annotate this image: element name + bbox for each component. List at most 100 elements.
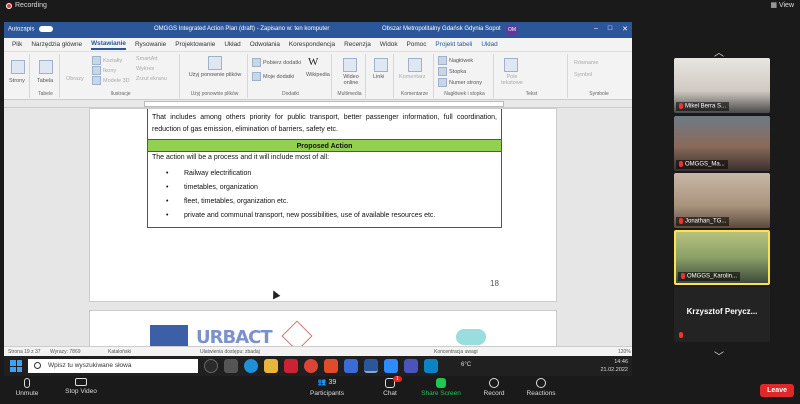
rownanie-button[interactable]: Równanie [574,60,598,66]
group-dodatki: Pobierz dodatki Moje dodatki W Wikipedia… [250,54,332,98]
document-canvas[interactable]: That includes among others priority for … [4,108,632,356]
pole-tekstowe-button[interactable]: Pole tekstowe [498,74,526,86]
word-count[interactable]: Wyrazy: 7869 [50,349,81,355]
uzyj-ponownie-button[interactable]: Użyj ponownie plików [186,72,244,78]
tab-narzedzia-glowne[interactable]: Narzędzia główne [31,41,82,48]
chrome-icon[interactable] [304,359,318,373]
smartart-button[interactable]: SmartArt [136,56,158,62]
participant-name: Jonathan_TG... [676,217,730,226]
tab-odwolania[interactable]: Odwołania [250,41,280,48]
app-icon[interactable] [324,359,338,373]
toggle-icon [39,26,54,32]
tab-rysowanie[interactable]: Rysowanie [135,41,166,48]
app-icon[interactable] [424,359,438,373]
wykres-button[interactable]: Wykres [136,66,154,72]
app-icon[interactable] [344,359,358,373]
wikipedia-button[interactable]: Wikipedia [306,72,330,78]
participant-tile[interactable]: Jonathan_TG... [674,173,770,228]
tab-recenzja[interactable]: Recenzja [344,41,371,48]
autosave-toggle[interactable]: Autozapis [8,26,54,33]
pobierz-dodatki-button[interactable]: Pobierz dodatki [252,58,301,67]
record-button[interactable]: Record [469,378,519,397]
chat-button[interactable]: 1 Chat [365,376,415,397]
file-explorer-icon[interactable] [264,359,278,373]
reactions-button[interactable]: Reactions [516,378,566,397]
zrzut-button[interactable]: Zrzut ekranu [136,76,167,82]
tab-wstawianie[interactable]: Wstawianie [91,40,126,50]
ruler[interactable] [4,100,632,108]
search-icon [34,362,41,369]
unmute-label: Unmute [15,390,39,397]
focus-mode[interactable]: Koncentracja uwagi [434,349,478,355]
share-screen-label: Share Screen [421,390,461,397]
tab-pomoc[interactable]: Pomoc [407,41,427,48]
symbol-button[interactable]: Symbol [574,72,592,78]
task-view-icon[interactable] [224,359,238,373]
chevron-up-icon[interactable]: ︿ [714,44,724,59]
linki-button[interactable]: Linki [373,74,384,80]
intro-paragraph: That includes among others priority for … [152,114,497,133]
tab-projektowanie[interactable]: Projektowanie [175,41,215,48]
group-label-symbole: Symbole [589,91,609,97]
komentarz-button[interactable]: Komentarz [399,74,426,80]
teams-icon[interactable] [404,359,418,373]
windows-start-icon[interactable] [10,360,22,372]
accessibility-check[interactable]: Ułatwienia dostępu: zbadaj [200,349,260,355]
numer-strony-button[interactable]: Numer strony [438,78,482,87]
cortana-icon[interactable] [204,359,218,373]
leave-button[interactable]: Leave [760,384,794,397]
unmute-button[interactable]: Unmute [2,378,52,397]
participant-name: OMGGS_Karolin... [678,272,741,281]
wideo-online-button[interactable]: Wideo online [340,74,362,86]
recording-indicator[interactable]: Recording [6,2,47,9]
tab-uklad-tabeli[interactable]: Układ [481,41,497,48]
weather-temperature[interactable]: 6°C [461,362,471,368]
action-body: The action will be a process and it will… [148,152,501,227]
tab-plik[interactable]: Plik [12,41,22,48]
avatar[interactable]: OM [506,25,518,35]
stop-video-label: Stop Video [65,388,97,395]
textbox-icon [504,58,518,72]
share-screen-button[interactable]: Share Screen [416,378,466,397]
language-indicator[interactable]: Kataloński [108,349,131,355]
zoom-app-icon[interactable] [384,359,398,373]
tab-korespondencja[interactable]: Korespondencja [289,41,335,48]
edge-icon[interactable] [244,359,258,373]
list-item: timetables, organization [152,181,497,195]
tabela-button[interactable]: Tabela [37,78,53,84]
moje-dodatki-button[interactable]: Moje dodatki [252,72,294,81]
group-multimedia: Wideo online Multimedia [334,54,366,98]
zoom-level[interactable]: 120% [618,349,631,355]
tab-projekt-tabeli[interactable]: Projekt tabeli [435,41,472,48]
participant-tile[interactable]: OMGGS_Ma... [674,116,770,171]
group-label-dodatki: Dodatki [282,91,299,97]
minimize-icon[interactable]: – [594,25,598,33]
group-linki: Linki [368,54,394,98]
office-icon[interactable] [284,359,298,373]
page-counter[interactable]: Strona 19 z 37 [8,349,41,355]
ksztalty-button[interactable]: Kształty [92,56,122,65]
ikony-button[interactable]: Ikony [92,66,116,75]
smiley-icon [536,378,546,388]
participants-button[interactable]: 👥 39 Participants [302,378,352,397]
stop-video-button[interactable]: Stop Video [56,378,106,395]
share-screen-icon [436,378,446,388]
participant-tile-active-speaker[interactable]: OMGGS_Karolin... [674,230,770,285]
chevron-down-icon[interactable]: ﹀ [714,348,724,363]
tab-widok[interactable]: Widok [380,41,398,48]
naglowek-button[interactable]: Nagłówek [438,56,473,65]
stopka-button[interactable]: Stopka [438,67,466,76]
taskbar-search-input[interactable]: Wpisz tu wyszukiwane słowa [28,359,198,373]
obrazy-button[interactable]: Obrazy [66,76,84,82]
tab-uklad[interactable]: Układ [224,41,240,48]
close-icon[interactable]: ✕ [622,25,628,33]
word-icon[interactable] [364,359,378,373]
participant-tile[interactable]: Krzysztof Perycz... [674,287,770,342]
strony-button[interactable]: Strony [9,78,25,84]
document-page[interactable]: That includes among others priority for … [89,108,557,302]
view-button[interactable]: ▦ View [770,1,794,9]
modele3d-button[interactable]: Modele 3D [92,76,130,85]
system-clock[interactable]: 14:46 21.02.2022 [600,358,628,374]
participant-tile[interactable]: Mikel Berra S... [674,58,770,113]
maximize-icon[interactable]: □ [608,25,612,33]
